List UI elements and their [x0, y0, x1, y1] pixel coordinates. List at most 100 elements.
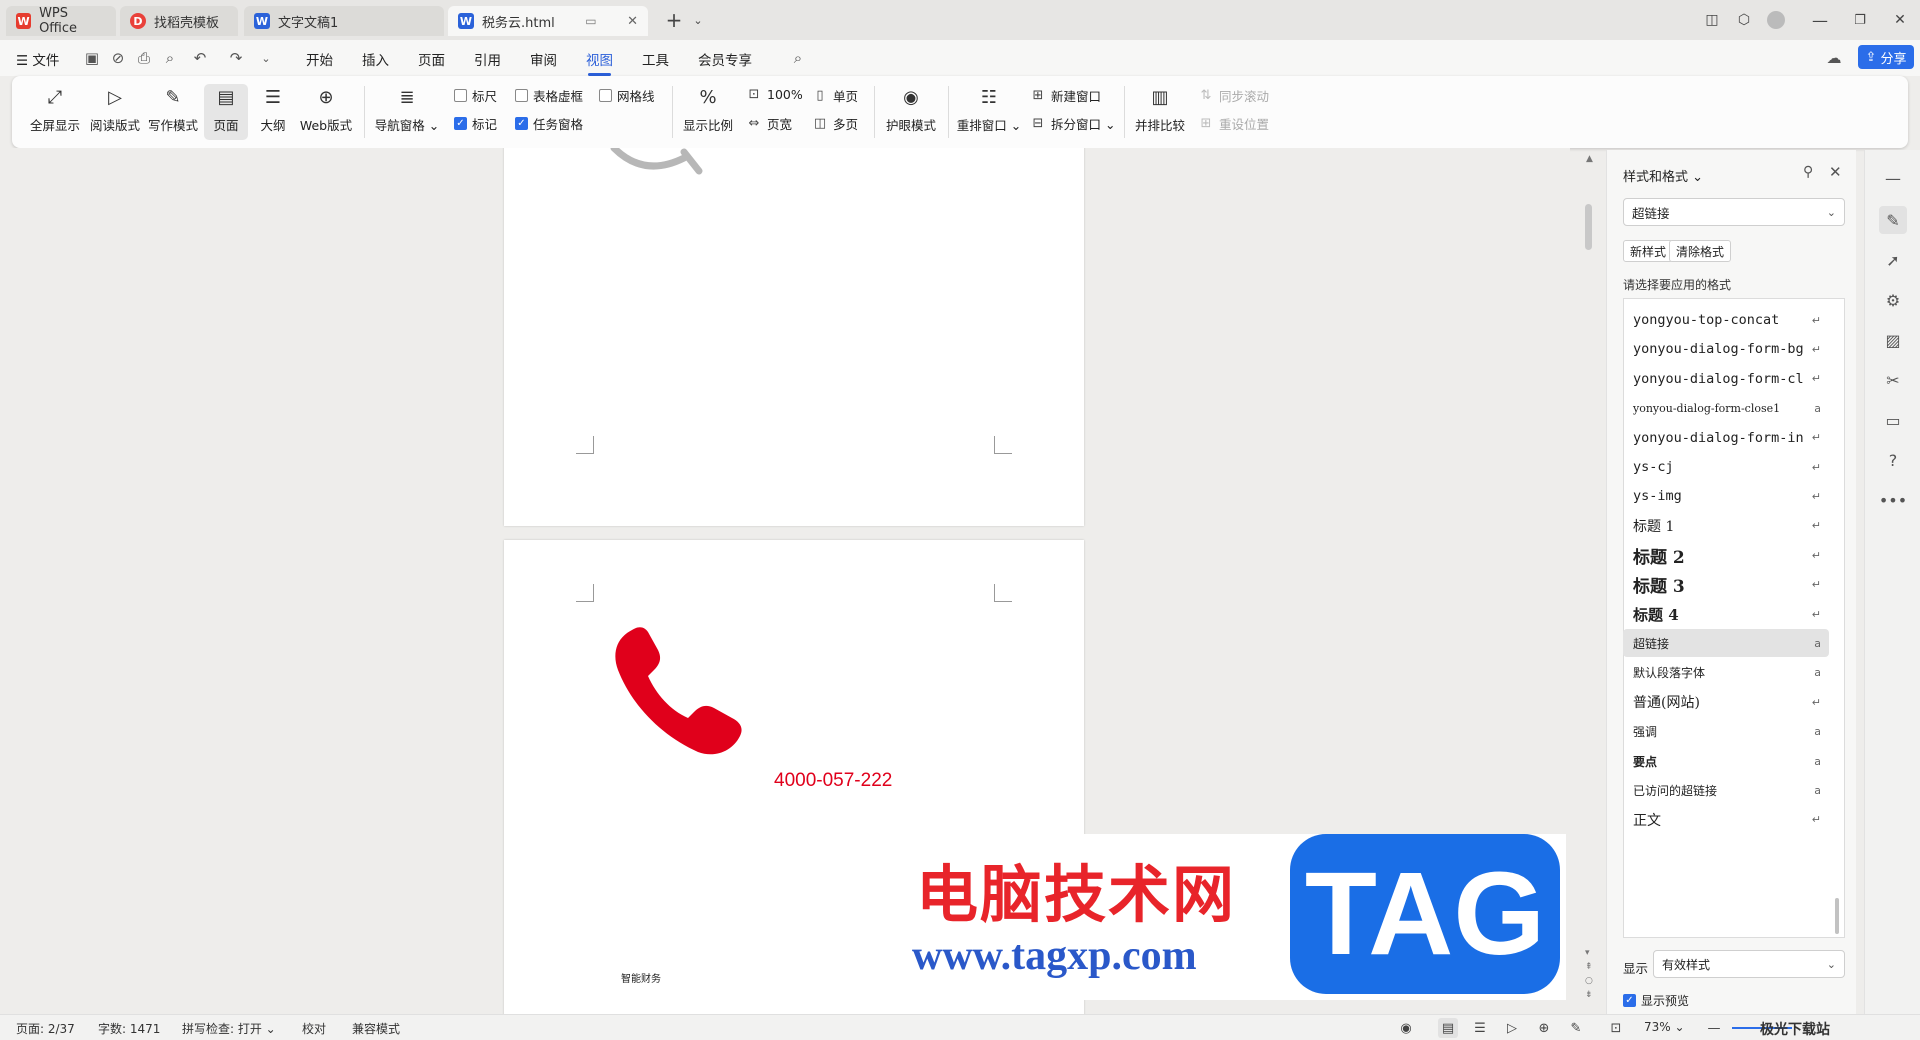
page-indicator[interactable]: 页面: 2/37 — [16, 1020, 75, 1037]
page-layout-button[interactable]: ▤ 页面 — [204, 84, 248, 140]
gridlines-checkbox[interactable]: 网格线 — [599, 86, 655, 105]
play-icon[interactable]: ▷ — [1502, 1018, 1522, 1038]
menu-tools[interactable]: 工具 — [642, 49, 669, 69]
minus-icon[interactable]: — — [1879, 164, 1907, 192]
ruler-checkbox[interactable]: 标尺 — [454, 86, 497, 105]
reset-position-button[interactable]: ⊞ 重设位置 — [1198, 114, 1269, 133]
style-list-item[interactable]: 已访问的超链接 a — [1623, 776, 1829, 804]
style-list-item[interactable]: yonyou-dialog-form-cl ↵ — [1623, 365, 1829, 393]
pin-icon[interactable]: ⚲ — [1803, 164, 1813, 180]
style-list-scrollbar[interactable] — [1835, 898, 1839, 934]
print-icon[interactable]: ⎙ — [134, 48, 154, 68]
multi-page-button[interactable]: ◫ 多页 — [812, 114, 858, 133]
style-list-item[interactable]: 默认段落字体 a — [1623, 659, 1829, 687]
outline-view-icon[interactable]: ☰ — [1470, 1018, 1490, 1038]
search-icon[interactable]: ⌕ — [788, 48, 808, 68]
avatar[interactable] — [1762, 8, 1790, 32]
side-by-side-button[interactable]: ▥ 并排比较 — [1132, 84, 1188, 134]
spell-check[interactable]: 拼写检查: 打开 ⌄ — [182, 1020, 276, 1037]
page-nav-icons[interactable]: ▾ ⇞ ○ ⇟ — [1585, 946, 1593, 1002]
page-width-button[interactable]: ⇔ 页宽 — [746, 114, 792, 133]
scroll-thumb[interactable] — [1585, 204, 1592, 250]
minimize-icon[interactable]: — — [1806, 8, 1834, 32]
sliders-icon[interactable]: ⚙ — [1879, 286, 1907, 314]
document-scrollbar[interactable]: ▲ ▾ ⇞ ○ ⇟ — [1582, 150, 1596, 1010]
window-close-icon[interactable]: ✕ — [1886, 8, 1914, 32]
style-pen-icon[interactable]: ✎ — [1879, 206, 1907, 234]
scroll-up-icon[interactable]: ▲ — [1586, 154, 1593, 164]
style-list-item[interactable]: 标题 4 ↵ — [1623, 600, 1829, 628]
styles-panel-title[interactable]: 样式和格式 ⌄ — [1623, 166, 1703, 185]
tab-text-doc-1[interactable]: W 文字文稿1 — [244, 6, 444, 36]
zoom-ratio-button[interactable]: % 显示比例 — [680, 84, 736, 134]
web-layout-button[interactable]: ⊕ Web版式 — [298, 84, 354, 134]
help-icon[interactable]: ? — [1879, 446, 1907, 474]
style-list-item[interactable]: ys-img ↵ — [1623, 482, 1829, 510]
eye-mode-button[interactable]: ◉ 护眼模式 — [882, 84, 940, 134]
close-icon[interactable]: ✕ — [1829, 163, 1842, 181]
link-icon[interactable]: ⊘ — [108, 48, 128, 68]
tools-icon[interactable]: ✂ — [1879, 366, 1907, 394]
share-button[interactable]: ⇪ 分享 — [1858, 45, 1914, 69]
pen-icon[interactable]: ✎ — [1566, 1018, 1586, 1038]
tab-docer-templates[interactable]: D 找稻壳模板 — [120, 6, 238, 36]
book-icon[interactable]: ▭ — [1879, 406, 1907, 434]
more-icon[interactable]: ••• — [1879, 486, 1907, 514]
chevron-down-icon[interactable]: ⌄ — [684, 8, 712, 32]
undo-icon[interactable]: ↶ — [190, 48, 210, 68]
menu-insert[interactable]: 插入 — [362, 49, 389, 69]
zoom-level[interactable]: 73% ⌄ — [1644, 1020, 1685, 1034]
menu-home[interactable]: 开始 — [306, 49, 333, 69]
style-list-item[interactable]: 标题 2 ↵ — [1623, 541, 1829, 569]
sync-scroll-button[interactable]: ⇅ 同步滚动 — [1198, 86, 1269, 105]
new-style-button[interactable]: 新样式 — [1623, 240, 1674, 262]
document-page[interactable] — [504, 148, 1084, 526]
marks-checkbox[interactable]: ✓ 标记 — [454, 114, 497, 133]
globe-icon[interactable]: ⊕ — [1534, 1018, 1554, 1038]
menu-page[interactable]: 页面 — [418, 49, 445, 69]
current-style-select[interactable]: 超链接 ⌄ — [1623, 198, 1845, 226]
style-list-item[interactable]: 标题 3 ↵ — [1623, 571, 1829, 599]
redo-icon[interactable]: ↷ — [226, 48, 246, 68]
page-view-icon[interactable]: ▤ — [1438, 1018, 1458, 1038]
style-list-item[interactable]: 超链接 a — [1623, 629, 1829, 658]
fit-page-icon[interactable]: ⊡ — [1606, 1018, 1626, 1038]
cloud-icon[interactable]: ☁ — [1824, 48, 1844, 68]
layout-icon[interactable]: ◫ — [1698, 8, 1726, 32]
table-grid-checkbox[interactable]: 表格虚框 — [515, 86, 583, 105]
style-list-item[interactable]: 普通(网站) ↵ — [1623, 688, 1829, 716]
monitor-icon[interactable]: ▭ — [585, 14, 596, 28]
proofread[interactable]: 校对 — [302, 1020, 326, 1037]
menu-review[interactable]: 审阅 — [530, 49, 557, 69]
document-canvas[interactable]: 4000-057-222 智能财务 电脑技术网 www.tagxp.com TA… — [0, 148, 1570, 1014]
nav-pane-button[interactable]: ≣ 导航窗格 ⌄ — [374, 84, 440, 134]
save-icon[interactable]: ▣ — [82, 48, 102, 68]
fullscreen-button[interactable]: ⤢ 全屏显示 — [26, 84, 84, 134]
rearrange-window-button[interactable]: ☷ 重排窗口 ⌄ — [956, 84, 1022, 134]
menu-view[interactable]: 视图 — [586, 49, 613, 76]
reading-layout-button[interactable]: ▷ 阅读版式 — [88, 84, 142, 134]
word-count[interactable]: 字数: 1471 — [98, 1020, 160, 1037]
zoom-100-button[interactable]: ⊡ 100% — [746, 86, 803, 102]
style-list-item[interactable]: yonyou-dialog-form-in ↵ — [1623, 424, 1829, 452]
cube-icon[interactable]: ⬡ — [1730, 8, 1758, 32]
zoom-out-icon[interactable]: — — [1704, 1018, 1724, 1038]
tab-tax-cloud-html[interactable]: W 税务云.html ▭ ✕ — [448, 6, 648, 36]
new-window-button[interactable]: ⊞ 新建窗口 — [1030, 86, 1101, 105]
print-preview-icon[interactable]: ⌕ — [160, 48, 180, 68]
menu-references[interactable]: 引用 — [474, 49, 501, 69]
style-list-item[interactable]: ys-cj ↵ — [1623, 453, 1829, 481]
style-list-item[interactable]: yongyou-top-concat ↵ — [1623, 306, 1829, 334]
show-preview-checkbox[interactable]: ✓ 显示预览 — [1623, 992, 1689, 1009]
tab-wps-office[interactable]: W WPS Office — [6, 6, 116, 36]
split-window-button[interactable]: ⊟ 拆分窗口 ⌄ — [1030, 114, 1116, 133]
file-menu[interactable]: ☰ 文件 — [16, 49, 59, 69]
clear-format-button[interactable]: 清除格式 — [1669, 240, 1732, 262]
restore-icon[interactable]: ❐ — [1846, 8, 1874, 32]
show-filter-select[interactable]: 有效样式 ⌄ — [1653, 950, 1845, 978]
style-list-item[interactable]: 正文 ↵ — [1623, 806, 1829, 834]
eye-icon[interactable]: ◉ — [1396, 1018, 1416, 1038]
style-list-item[interactable]: 标题 1 ↵ — [1623, 512, 1829, 540]
style-list-item[interactable]: yonyou-dialog-form-bg ↵ — [1623, 335, 1829, 363]
select-arrow-icon[interactable]: ➚ — [1879, 246, 1907, 274]
